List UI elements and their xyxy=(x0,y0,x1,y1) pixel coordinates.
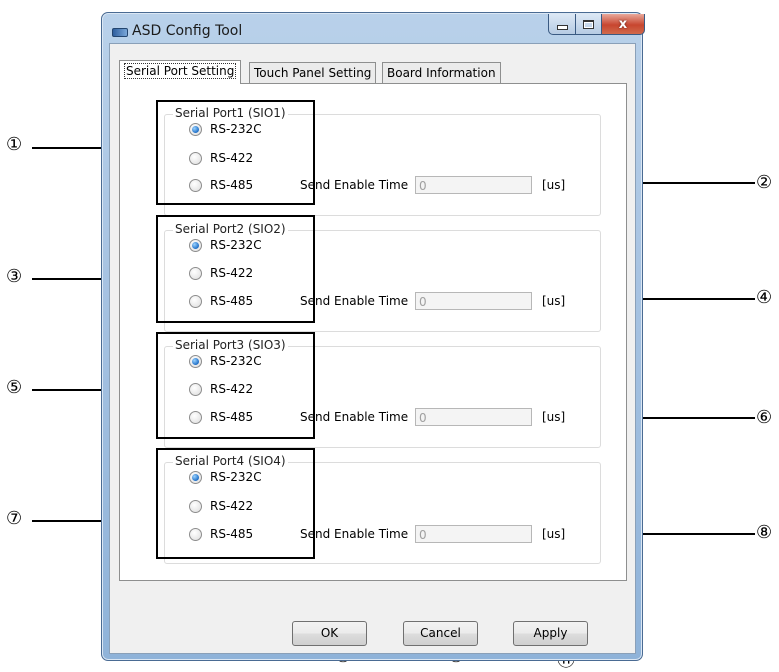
maximize-icon xyxy=(583,19,594,29)
highlight-box-5 xyxy=(156,332,315,439)
unit-label: [us] xyxy=(542,527,566,541)
window-title: ASD Config Tool xyxy=(132,23,243,39)
send-enable-time-input[interactable]: 0 xyxy=(415,408,532,426)
tab-touch-panel-setting[interactable]: Touch Panel Setting xyxy=(249,62,377,83)
tab-label: Serial Port Setting xyxy=(124,63,237,79)
callout-7: ⑦ xyxy=(6,508,23,529)
tab-label: Touch Panel Setting xyxy=(254,66,372,80)
send-enable-time-label: Send Enable Time xyxy=(300,294,409,308)
send-enable-time-label: Send Enable Time xyxy=(300,527,409,541)
unit-label: [us] xyxy=(542,410,566,424)
send-enable-time-input[interactable]: 0 xyxy=(415,176,532,194)
client-area: Serial Port Setting Touch Panel Setting … xyxy=(109,43,636,654)
app-window: ASD Config Tool x Serial Port Setting To… xyxy=(101,12,645,661)
send-enable-time-label: Send Enable Time xyxy=(300,410,409,424)
highlight-box-3 xyxy=(156,215,315,323)
close-button[interactable]: x xyxy=(601,14,645,35)
maximize-button[interactable] xyxy=(575,14,602,35)
callout-5: ⑤ xyxy=(6,377,23,398)
callout-2: ② xyxy=(756,172,773,193)
tab-board-information[interactable]: Board Information xyxy=(382,62,501,83)
ok-button[interactable]: OK xyxy=(292,621,367,646)
send-enable-time-input[interactable]: 0 xyxy=(415,525,532,543)
tab-serial-port-setting[interactable]: Serial Port Setting xyxy=(119,60,242,84)
close-icon: x xyxy=(618,16,628,32)
callout-3: ③ xyxy=(6,266,23,287)
callout-1: ① xyxy=(6,134,23,155)
callout-6: ⑥ xyxy=(756,407,773,428)
unit-label: [us] xyxy=(542,294,566,308)
callout-4: ④ xyxy=(756,287,773,308)
send-enable-time-label: Send Enable Time xyxy=(300,178,409,192)
minimize-button[interactable] xyxy=(548,14,576,35)
cancel-button[interactable]: Cancel xyxy=(403,621,478,646)
minimize-icon xyxy=(556,24,568,30)
highlight-box-1 xyxy=(156,100,315,205)
highlight-box-7 xyxy=(156,448,315,559)
send-enable-time-input[interactable]: 0 xyxy=(415,292,532,310)
tab-label: Board Information xyxy=(387,66,496,80)
tab-panel: Serial Port1 (SIO1) RS-232C RS-422 RS-48… xyxy=(119,83,627,581)
apply-button[interactable]: Apply xyxy=(513,621,588,646)
unit-label: [us] xyxy=(542,178,566,192)
callout-8: ⑧ xyxy=(756,522,773,543)
app-icon xyxy=(112,28,128,37)
